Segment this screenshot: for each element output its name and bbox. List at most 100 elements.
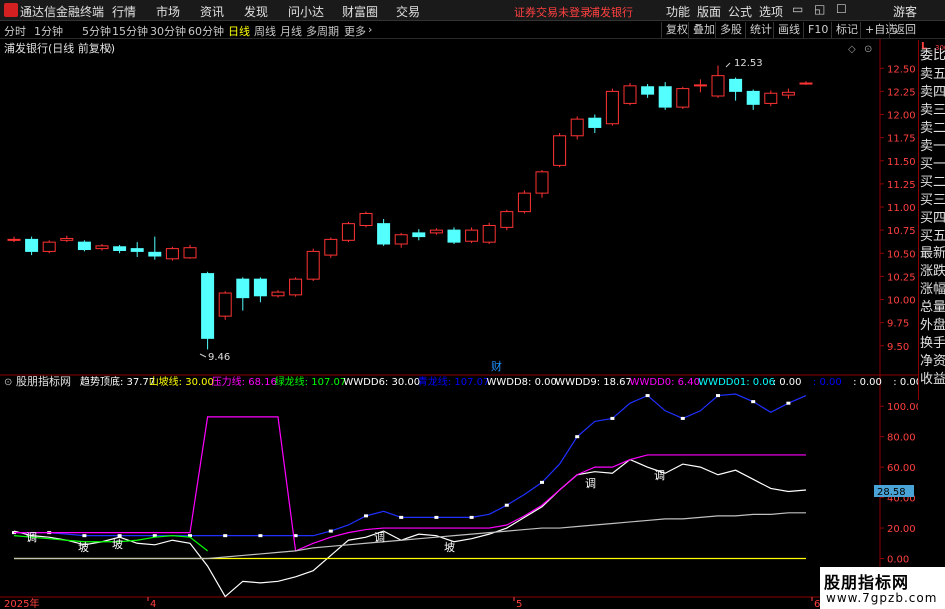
period-monthly[interactable]: 月线 bbox=[280, 23, 302, 39]
candle-body-up bbox=[271, 291, 285, 297]
indicator-value: : 0.00 bbox=[773, 377, 802, 388]
guest-user[interactable]: 游客 bbox=[893, 3, 917, 20]
indicator-value: 趋势顶底: 37.77 bbox=[80, 375, 155, 388]
quote-side-panel: L 300 委比 卖五 卖四 卖三 卖二 卖一 买一 买二 买三 买四 买五 最… bbox=[918, 40, 945, 400]
menu-trade[interactable]: 交易 bbox=[396, 3, 420, 20]
candle-body-up bbox=[7, 238, 21, 241]
annotation-tiao: 调 bbox=[654, 469, 665, 482]
tool-mark[interactable]: 标记 bbox=[831, 22, 862, 38]
indicator-dot bbox=[575, 435, 580, 439]
login-warning[interactable]: 证券交易未登录 bbox=[514, 4, 591, 20]
app-name: 通达信金融终端 bbox=[20, 5, 105, 19]
indicator-name: 股朋指标网 bbox=[16, 374, 71, 388]
side-sell1[interactable]: 卖一 bbox=[920, 137, 945, 157]
indicator-dot bbox=[434, 515, 439, 519]
period-weekly[interactable]: 周线 bbox=[254, 23, 276, 39]
side-change[interactable]: 涨跌 bbox=[920, 262, 945, 282]
indicator-dot bbox=[716, 394, 720, 398]
side-buy1[interactable]: 买一 bbox=[920, 155, 945, 175]
menu-layout[interactable]: 版面 bbox=[697, 3, 721, 20]
side-sell3[interactable]: 卖三 bbox=[920, 101, 945, 121]
indicator-value: 压力线: 68.16 bbox=[212, 375, 277, 388]
indicator-tick-label: 100.00 bbox=[887, 402, 918, 413]
restore-icon[interactable]: ◱ bbox=[814, 2, 825, 16]
price-tick-label: 10.25 bbox=[887, 272, 916, 283]
period-more[interactable]: 更多 bbox=[344, 23, 366, 39]
title-bar: 通达信金融终端 行情 市场 资讯 发现 问小达 财富圈 交易 证券交易未登录 浦… bbox=[0, 0, 945, 21]
candle-body-up bbox=[465, 229, 479, 242]
candle-body-up bbox=[218, 292, 232, 317]
annotation-po: 坡 bbox=[78, 541, 89, 554]
window-max-icon[interactable]: ☐ bbox=[836, 2, 847, 16]
chevron-right-icon[interactable]: › bbox=[368, 23, 372, 36]
side-net-assets[interactable]: 净资 bbox=[920, 352, 945, 372]
indicator-tick-label: 60.00 bbox=[887, 463, 916, 474]
indicator-line bbox=[14, 416, 806, 552]
x-axis-year: 2025年 bbox=[4, 597, 39, 609]
side-earnings[interactable]: 收益 bbox=[920, 370, 945, 390]
period-60min[interactable]: 60分钟 bbox=[188, 23, 224, 39]
side-buy3[interactable]: 买三 bbox=[920, 191, 945, 211]
tool-back[interactable]: 返回 bbox=[889, 22, 920, 38]
current-value-text: 28.58 bbox=[877, 487, 906, 498]
expand-icon[interactable]: ◇ bbox=[848, 44, 856, 55]
side-buy2[interactable]: 买二 bbox=[920, 173, 945, 193]
close-pane-icon[interactable]: ⊙ bbox=[864, 44, 872, 55]
indicator-dot bbox=[610, 416, 615, 420]
menu-options[interactable]: 选项 bbox=[759, 3, 783, 20]
finance-marker[interactable]: 财 bbox=[491, 359, 502, 373]
price-axis-ticks: 12.50 12.25 12.00 11.75 11.50 11.25 11.00 10.75… bbox=[880, 64, 916, 353]
candle-body-up bbox=[165, 248, 179, 260]
period-multi[interactable]: 多周期 bbox=[306, 23, 339, 39]
period-daily[interactable]: 日线 bbox=[228, 23, 250, 39]
side-sell2[interactable]: 卖二 bbox=[920, 119, 945, 139]
candle-body-up bbox=[676, 88, 690, 108]
candle-body-down bbox=[588, 117, 602, 128]
candle-body-down bbox=[77, 241, 91, 251]
candle-body-up bbox=[482, 225, 496, 243]
period-15min[interactable]: 15分钟 bbox=[112, 23, 148, 39]
side-buy4[interactable]: 买四 bbox=[920, 209, 945, 229]
indicator-value: WWDD8: 0.00 bbox=[487, 377, 557, 388]
period-1min[interactable]: 1分钟 bbox=[34, 23, 63, 39]
side-sell5[interactable]: 卖五 bbox=[920, 65, 945, 85]
candle-body-down bbox=[729, 78, 743, 92]
period-5min[interactable]: 5分钟 bbox=[82, 23, 111, 39]
menu-wealth-circle[interactable]: 财富圈 bbox=[342, 3, 378, 20]
candle-body-up bbox=[517, 192, 531, 213]
indicator-series bbox=[12, 393, 807, 598]
high-pointer bbox=[725, 62, 731, 68]
menu-market[interactable]: 市场 bbox=[156, 3, 180, 20]
indicator-value: 青龙线: 107.07 bbox=[418, 375, 490, 388]
menu-quotes[interactable]: 行情 bbox=[112, 3, 136, 20]
annotation-tiao: 调 bbox=[585, 477, 596, 490]
period-intraday[interactable]: 分时 bbox=[4, 23, 26, 39]
menu-functions[interactable]: 功能 bbox=[666, 3, 690, 20]
side-weibi[interactable]: 委比 bbox=[920, 46, 945, 66]
tool-draw-line[interactable]: 画线 bbox=[773, 22, 804, 38]
side-sell4[interactable]: 卖四 bbox=[920, 83, 945, 103]
menu-discover[interactable]: 发现 bbox=[244, 3, 268, 20]
indicator-settings-icon[interactable]: ⊙ bbox=[4, 377, 12, 388]
menu-formula[interactable]: 公式 bbox=[728, 3, 752, 20]
minimize-icon[interactable]: ▭ bbox=[792, 2, 803, 16]
low-pointer bbox=[199, 353, 207, 358]
annotation-po: 坡 bbox=[444, 541, 455, 554]
side-outer[interactable]: 外盘 bbox=[920, 316, 945, 336]
side-latest[interactable]: 最新 bbox=[920, 244, 945, 264]
candle-body-up bbox=[799, 82, 813, 85]
side-turnover[interactable]: 换手 bbox=[920, 334, 945, 354]
annotation-po: 坡 bbox=[112, 538, 123, 551]
indicator-values: 趋势顶底: 37.77山坡线: 30.00压力线: 68.16绿龙线: 107.… bbox=[80, 375, 918, 388]
chart-settings-icon[interactable]: ⊙ bbox=[104, 44, 112, 55]
candle-body-up bbox=[500, 211, 514, 228]
side-change-pct[interactable]: 涨幅 bbox=[920, 280, 945, 300]
chart-canvas[interactable]: 浦发银行(日线 前复权) ⊙ ◇ ⊙ 12.5012.2512.0011.751… bbox=[0, 39, 918, 609]
menu-news[interactable]: 资讯 bbox=[200, 3, 224, 20]
period-30min[interactable]: 30分钟 bbox=[150, 23, 186, 39]
tool-f10[interactable]: F10 bbox=[803, 22, 832, 38]
tool-statistics[interactable]: 统计 bbox=[745, 22, 776, 38]
side-volume[interactable]: 总量 bbox=[920, 298, 945, 318]
menu-ask-xiaoda[interactable]: 问小达 bbox=[288, 3, 324, 20]
tool-multi-stock[interactable]: 多股 bbox=[715, 22, 746, 38]
